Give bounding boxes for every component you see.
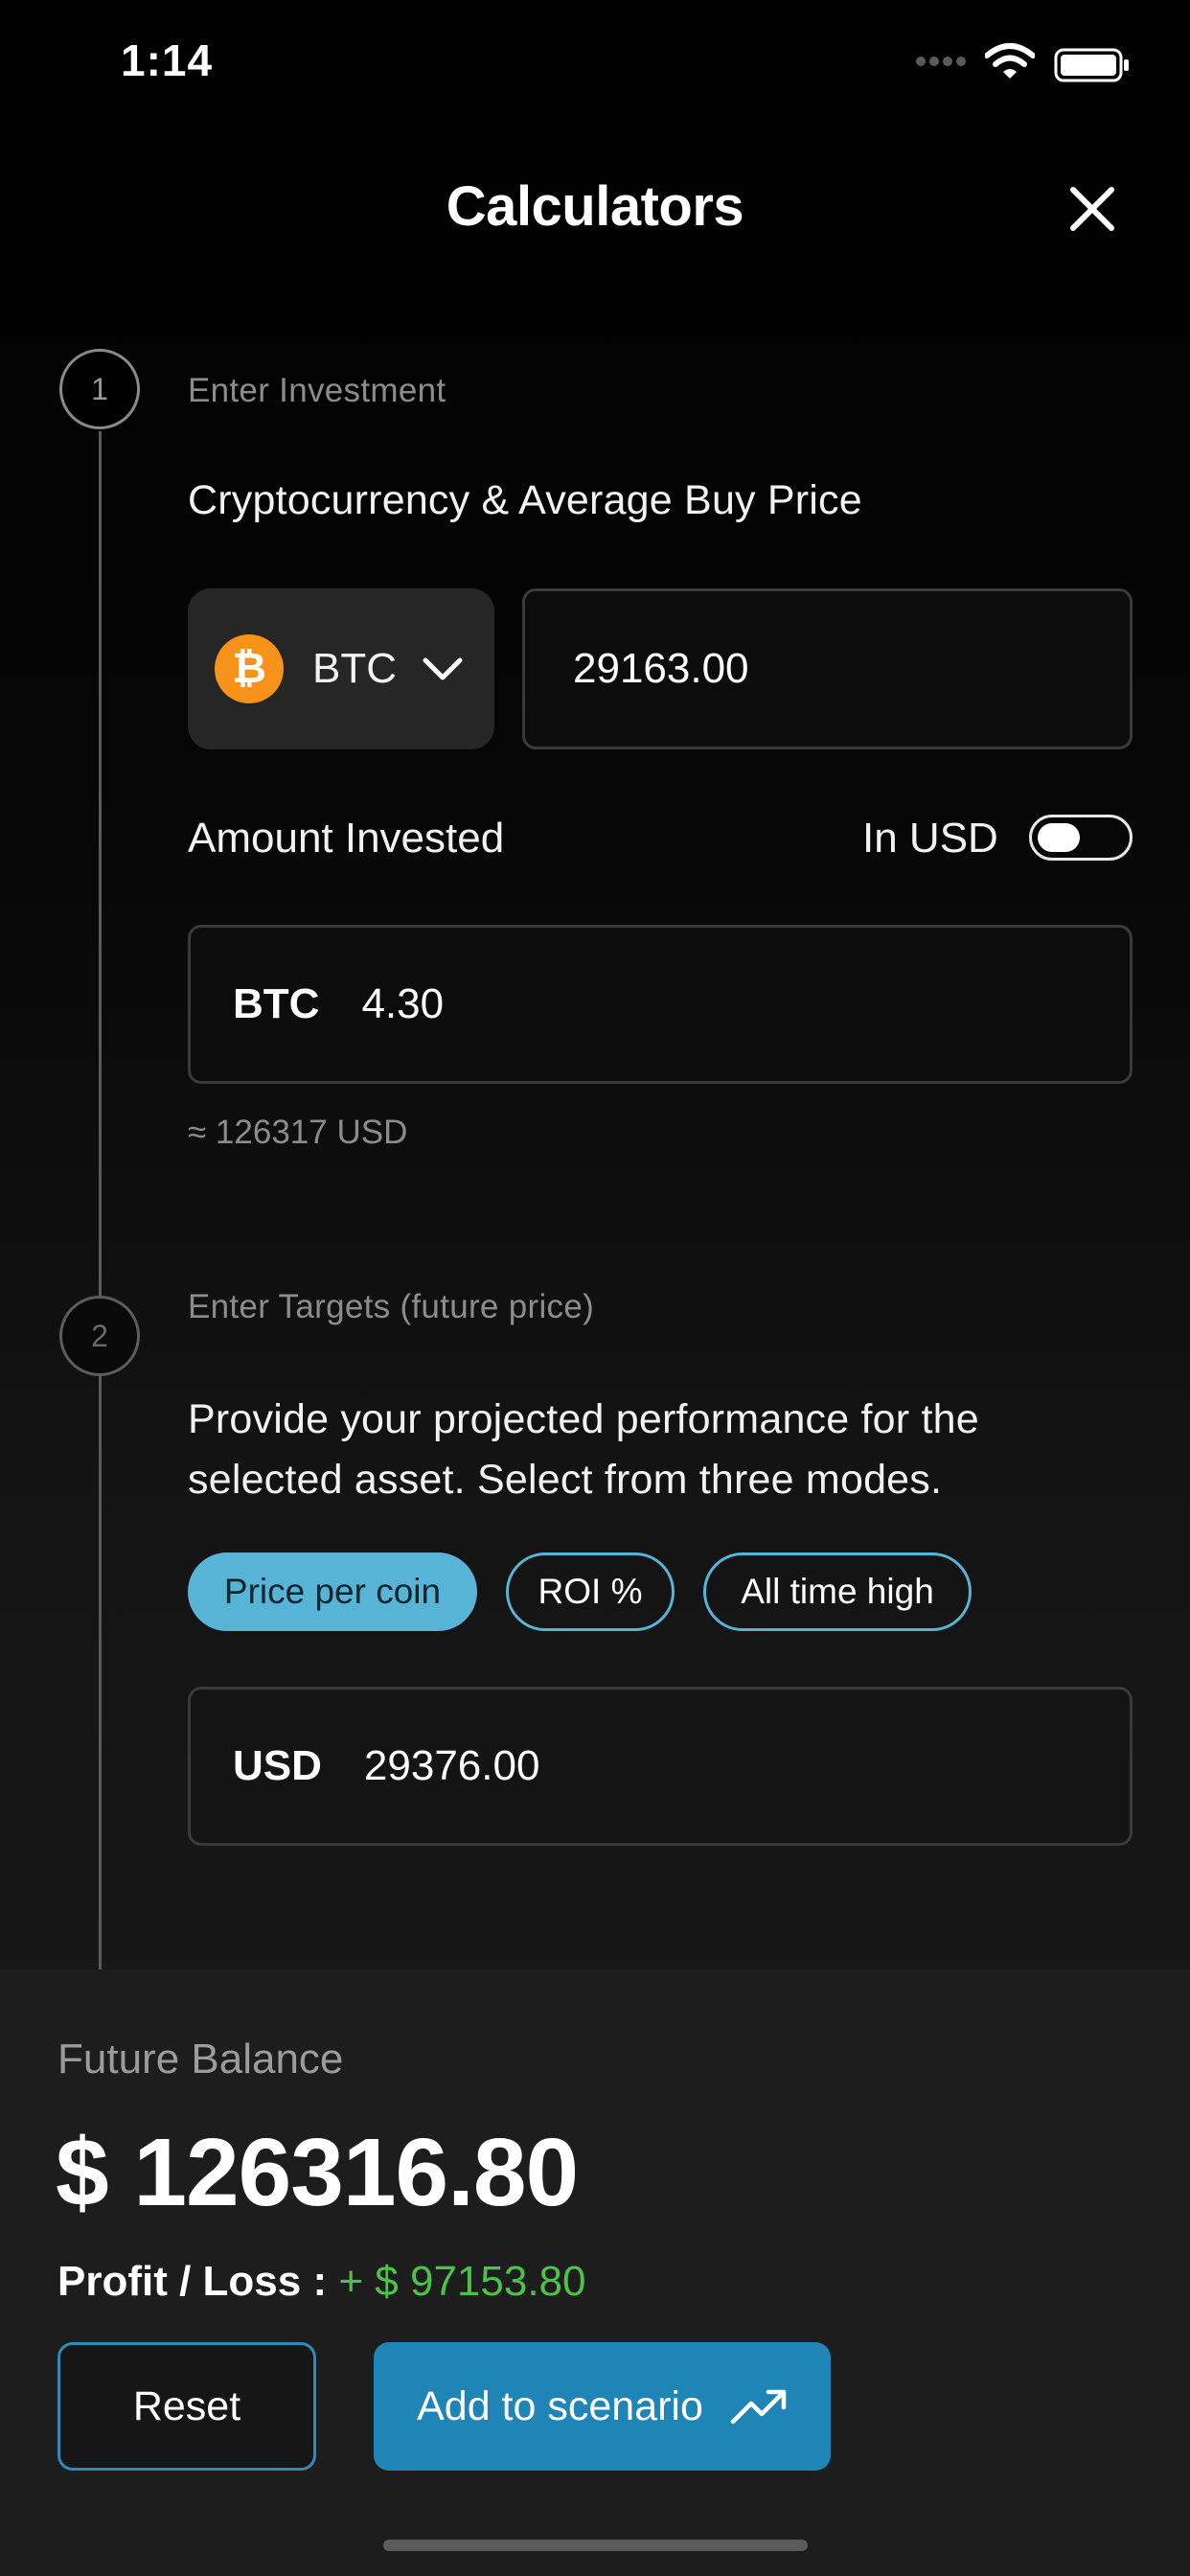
mode-all-time-high[interactable]: All time high [703, 1552, 972, 1631]
wifi-icon [985, 43, 1035, 79]
bitcoin-icon: ₿ [215, 634, 284, 703]
future-balance-label: Future Balance [57, 2036, 344, 2082]
reset-button-label: Reset [132, 2382, 241, 2429]
in-usd-toggle[interactable] [1029, 815, 1133, 861]
future-balance-value: $ 126316.80 [56, 2119, 579, 2226]
profit-loss-label: Profit / Loss : [57, 2258, 339, 2305]
step-2-description: Provide your projected performance for t… [188, 1396, 979, 1503]
in-usd-label: In USD [862, 815, 998, 862]
profit-loss-row: Profit / Loss : + $ 97153.80 [57, 2258, 586, 2306]
mode-price-per-coin[interactable]: Price per coin [188, 1552, 477, 1631]
reset-button[interactable]: Reset [57, 2342, 316, 2471]
crypto-price-heading: Cryptocurrency & Average Buy Price [188, 477, 862, 523]
battery-icon [1054, 48, 1129, 82]
target-value: 29376.00 [363, 1742, 540, 1789]
mode-roi[interactable]: ROI % [506, 1552, 675, 1631]
approx-usd-value: ≈ 126317 USD [188, 1114, 408, 1151]
step-timeline-line [99, 431, 102, 1969]
amount-unit: BTC [233, 980, 320, 1027]
avg-buy-price-value: 29163.00 [573, 645, 749, 692]
amount-invested-label: Amount Invested [188, 815, 505, 862]
step-2-indicator: 2 [59, 1296, 140, 1376]
profit-loss-value: + $ 97153.80 [338, 2258, 586, 2305]
target-unit: USD [233, 1742, 322, 1789]
page-title: Calculators [446, 175, 744, 238]
close-icon[interactable] [1065, 182, 1119, 236]
add-to-scenario-button[interactable]: Add to scenario [374, 2342, 831, 2471]
coin-symbol: BTC [312, 645, 397, 692]
coin-selector[interactable]: ₿ BTC [188, 588, 494, 749]
amount-invested-input[interactable]: BTC 4.30 [188, 925, 1133, 1084]
step-1-label: Enter Investment [188, 372, 446, 409]
step-1-indicator: 1 [59, 349, 140, 429]
step-2-label: Enter Targets (future price) [188, 1288, 595, 1325]
toggle-knob [1038, 823, 1080, 852]
avg-buy-price-input[interactable]: 29163.00 [522, 588, 1133, 749]
trending-up-icon [730, 2389, 787, 2425]
status-time: 1:14 [121, 35, 214, 85]
home-indicator[interactable] [383, 2540, 808, 2551]
cellular-signal-icon [916, 57, 966, 66]
chevron-down-icon [423, 657, 463, 680]
target-price-input[interactable]: USD 29376.00 [188, 1687, 1133, 1846]
add-to-scenario-label: Add to scenario [417, 2382, 703, 2429]
amount-value: 4.30 [361, 980, 445, 1027]
